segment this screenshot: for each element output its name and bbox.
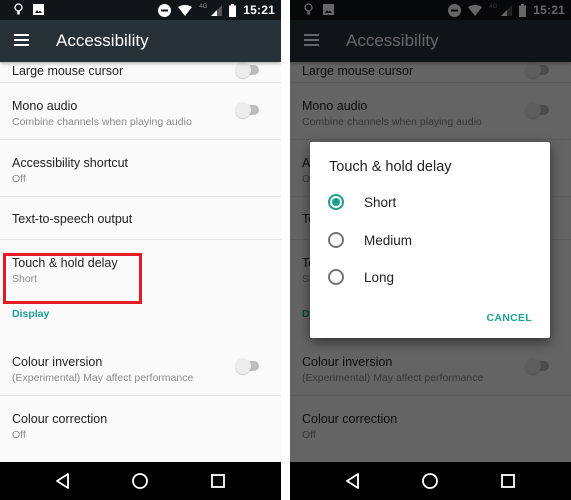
option-label: Long <box>364 269 395 285</box>
app-bar: Accessibility <box>0 20 281 62</box>
radio-unchecked-icon[interactable] <box>328 269 344 285</box>
recents-icon[interactable] <box>209 472 227 490</box>
settings-screen-with-dialog: 4G 15:21 Accessibility Large mouse curso… <box>290 0 571 500</box>
home-icon[interactable] <box>131 472 149 490</box>
do-not-disturb-icon <box>158 3 172 17</box>
image-icon <box>33 4 44 15</box>
battery-icon <box>229 3 237 17</box>
setting-colour-correction[interactable]: Colour correction Off <box>0 396 281 453</box>
signal-icon <box>211 4 223 16</box>
back-icon[interactable] <box>344 472 362 490</box>
clock: 15:21 <box>243 3 275 17</box>
setting-summary: Off <box>12 173 26 185</box>
radio-unchecked-icon[interactable] <box>328 232 344 248</box>
mono-audio-toggle[interactable] <box>235 102 261 118</box>
status-bar: 4G 15:21 <box>0 0 281 20</box>
colour-inversion-toggle[interactable] <box>235 358 261 374</box>
option-medium[interactable]: Medium <box>328 228 412 252</box>
radio-checked-icon[interactable] <box>328 194 344 210</box>
option-label: Short <box>364 194 397 210</box>
touch-hold-delay-dialog: Touch & hold delay Short Medium Long CAN… <box>310 142 550 338</box>
nav-bar <box>0 462 281 500</box>
large-mouse-cursor-toggle[interactable] <box>235 62 261 78</box>
network-type-label: 4G <box>199 4 208 10</box>
page-title: Accessibility <box>56 31 149 50</box>
settings-screen: 4G 15:21 Accessibility Large mouse curso… <box>0 0 281 500</box>
setting-title: Accessibility shortcut <box>12 156 129 170</box>
setting-title: Colour correction <box>12 412 108 426</box>
option-label: Medium <box>364 232 413 248</box>
recents-icon[interactable] <box>499 472 517 490</box>
setting-large-mouse-cursor[interactable]: Large mouse cursor <box>0 62 281 83</box>
setting-summary: Off <box>12 429 26 441</box>
setting-title: Text-to-speech output <box>12 212 133 226</box>
nav-bar <box>290 462 571 500</box>
back-icon[interactable] <box>54 472 72 490</box>
option-long[interactable]: Long <box>328 265 394 289</box>
dialog-title: Touch & hold delay <box>329 159 452 175</box>
hamburger-menu-icon[interactable] <box>14 34 29 46</box>
setting-mono-audio[interactable]: Mono audio Combine channels when playing… <box>0 83 281 140</box>
setting-colour-inversion[interactable]: Colour inversion (Experimental) May affe… <box>0 339 281 396</box>
option-short[interactable]: Short <box>328 190 396 214</box>
home-icon[interactable] <box>421 472 439 490</box>
setting-accessibility-shortcut[interactable]: Accessibility shortcut Off <box>0 140 281 197</box>
cancel-button[interactable]: CANCEL <box>486 312 532 324</box>
setting-text-to-speech[interactable]: Text-to-speech output <box>0 197 281 240</box>
wifi-icon <box>178 4 193 16</box>
highlight-box <box>3 253 142 304</box>
lightbulb-icon <box>14 3 23 15</box>
